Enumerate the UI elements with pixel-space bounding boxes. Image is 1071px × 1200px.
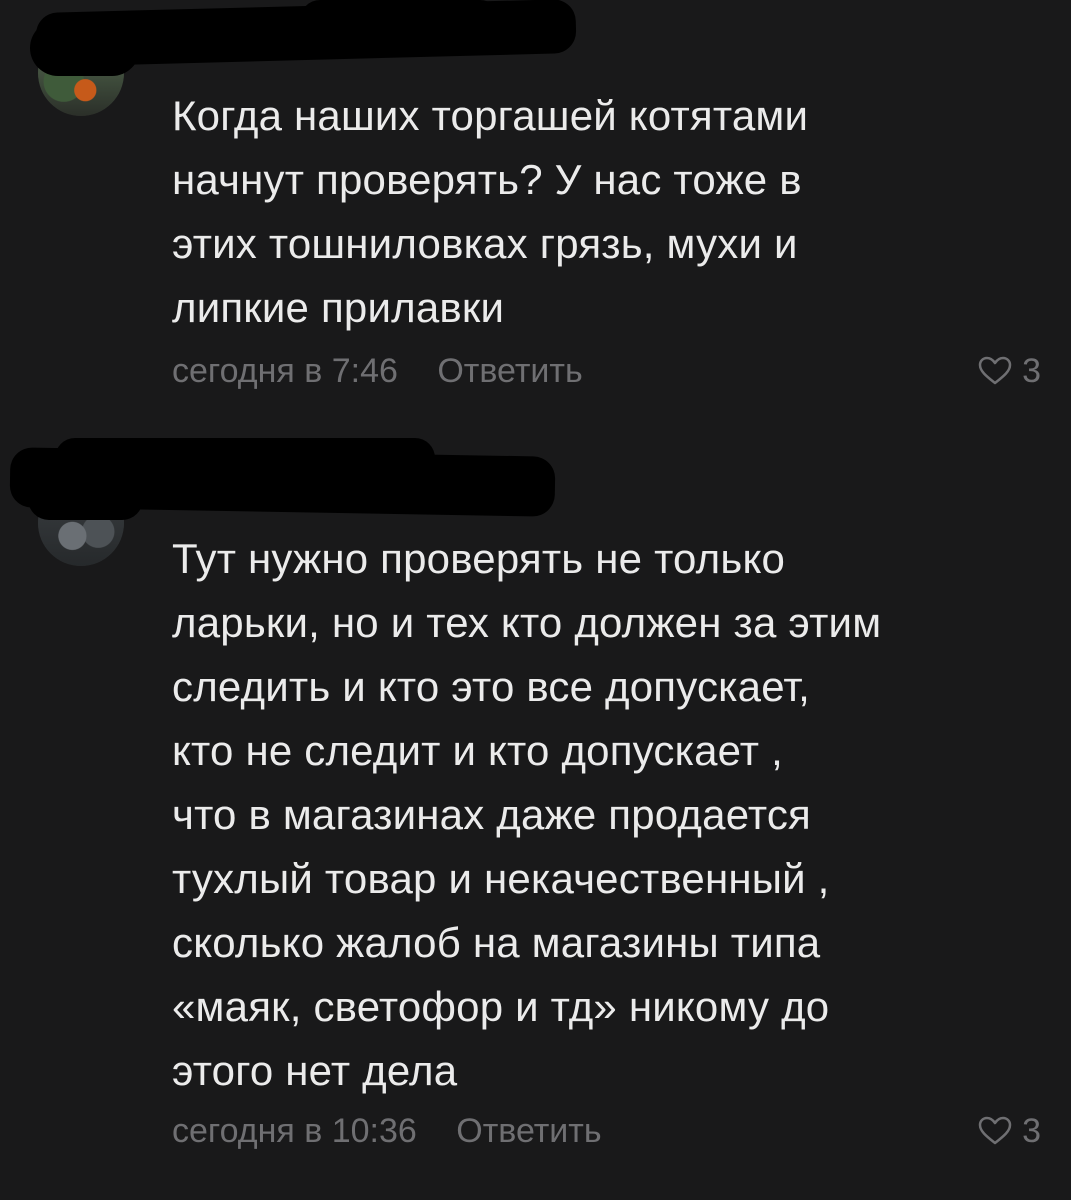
text-line: ларьки, но и тех кто должен за этим: [172, 599, 882, 646]
like-button[interactable]: 3: [978, 1106, 1041, 1156]
comment-meta: сегодня в 10:36 Ответить 3: [172, 1106, 1041, 1156]
text-line: «маяк, светофор и тд» никому до: [172, 983, 830, 1030]
text-line: следить и кто это все допускает,: [172, 663, 811, 710]
comment-2: Тут нужно проверять не только ларьки, но…: [0, 0, 1071, 1200]
comment-time: сегодня в 10:36: [172, 1112, 417, 1150]
text-line: этого нет дела: [172, 1047, 458, 1094]
text-line: Тут нужно проверять не только: [172, 535, 786, 582]
text-line: сколько жалоб на магазины типа: [172, 919, 821, 966]
author-name-redacted-part: [55, 438, 435, 478]
reply-button[interactable]: Ответить: [456, 1106, 601, 1156]
comment-text: Тут нужно проверять не только ларьки, но…: [172, 527, 1052, 1103]
heart-icon: [978, 1116, 1012, 1145]
like-count: 3: [1022, 1112, 1041, 1150]
text-line: тухлый товар и некачественный ,: [172, 855, 830, 902]
text-line: что в магазинах даже продается: [172, 791, 811, 838]
text-line: кто не следит и кто допускает ,: [172, 727, 783, 774]
avatar-redaction-overlap: [28, 478, 143, 520]
